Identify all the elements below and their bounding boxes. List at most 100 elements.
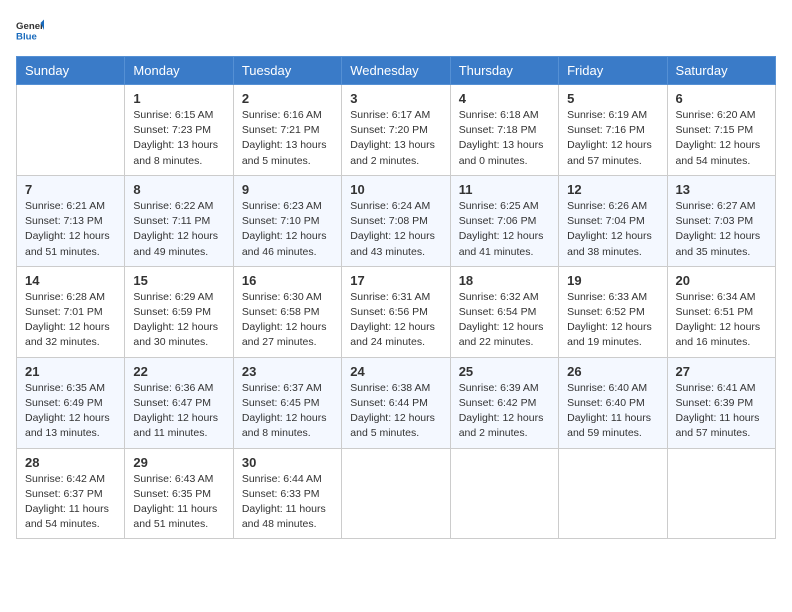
cell-info: Sunrise: 6:24 AMSunset: 7:08 PMDaylight:… [350, 199, 441, 260]
calendar-cell: 2 Sunrise: 6:16 AMSunset: 7:21 PMDaylight… [233, 85, 341, 176]
cell-info: Sunrise: 6:21 AMSunset: 7:13 PMDaylight:… [25, 199, 116, 260]
date-number: 22 [133, 364, 224, 379]
calendar-cell: 20 Sunrise: 6:34 AMSunset: 6:51 PMDayligh… [667, 266, 775, 357]
cell-info: Sunrise: 6:34 AMSunset: 6:51 PMDaylight:… [676, 290, 767, 351]
calendar-cell: 22 Sunrise: 6:36 AMSunset: 6:47 PMDayligh… [125, 357, 233, 448]
calendar-cell: 23 Sunrise: 6:37 AMSunset: 6:45 PMDayligh… [233, 357, 341, 448]
cell-info: Sunrise: 6:31 AMSunset: 6:56 PMDaylight:… [350, 290, 441, 351]
cell-info: Sunrise: 6:16 AMSunset: 7:21 PMDaylight:… [242, 108, 333, 169]
cell-info: Sunrise: 6:30 AMSunset: 6:58 PMDaylight:… [242, 290, 333, 351]
date-number: 1 [133, 91, 224, 106]
calendar-cell: 4 Sunrise: 6:18 AMSunset: 7:18 PMDaylight… [450, 85, 558, 176]
cell-info: Sunrise: 6:23 AMSunset: 7:10 PMDaylight:… [242, 199, 333, 260]
date-number: 24 [350, 364, 441, 379]
date-number: 18 [459, 273, 550, 288]
calendar-cell: 10 Sunrise: 6:24 AMSunset: 7:08 PMDayligh… [342, 175, 450, 266]
date-number: 23 [242, 364, 333, 379]
cell-info: Sunrise: 6:32 AMSunset: 6:54 PMDaylight:… [459, 290, 550, 351]
page-header: General Blue [16, 16, 776, 44]
date-number: 9 [242, 182, 333, 197]
svg-text:General: General [16, 21, 44, 32]
week-row-3: 14 Sunrise: 6:28 AMSunset: 7:01 PMDayligh… [17, 266, 776, 357]
week-row-2: 7 Sunrise: 6:21 AMSunset: 7:13 PMDaylight… [17, 175, 776, 266]
calendar-cell [667, 448, 775, 539]
date-number: 14 [25, 273, 116, 288]
calendar-cell: 24 Sunrise: 6:38 AMSunset: 6:44 PMDayligh… [342, 357, 450, 448]
date-number: 8 [133, 182, 224, 197]
date-number: 19 [567, 273, 658, 288]
date-number: 20 [676, 273, 767, 288]
cell-info: Sunrise: 6:36 AMSunset: 6:47 PMDaylight:… [133, 381, 224, 442]
calendar-cell: 29Sunrise: 6:43 AMSunset: 6:35 PMDayligh… [125, 448, 233, 539]
cell-info: Sunrise: 6:19 AMSunset: 7:16 PMDaylight:… [567, 108, 658, 169]
calendar-cell: 6 Sunrise: 6:20 AMSunset: 7:15 PMDaylight… [667, 85, 775, 176]
header-day-wednesday: Wednesday [342, 57, 450, 85]
calendar-cell: 26 Sunrise: 6:40 AMSunset: 6:40 PMDayligh… [559, 357, 667, 448]
logo-icon: General Blue [16, 16, 44, 44]
cell-info: Sunrise: 6:20 AMSunset: 7:15 PMDaylight:… [676, 108, 767, 169]
date-number: 26 [567, 364, 658, 379]
cell-info: Sunrise: 6:22 AMSunset: 7:11 PMDaylight:… [133, 199, 224, 260]
cell-info: Sunrise: 6:37 AMSunset: 6:45 PMDaylight:… [242, 381, 333, 442]
cell-info: Sunrise: 6:28 AMSunset: 7:01 PMDaylight:… [25, 290, 116, 351]
week-row-4: 21Sunrise: 6:35 AMSunset: 6:49 PMDayligh… [17, 357, 776, 448]
header-day-monday: Monday [125, 57, 233, 85]
calendar-cell: 17 Sunrise: 6:31 AMSunset: 6:56 PMDayligh… [342, 266, 450, 357]
date-number: 13 [676, 182, 767, 197]
calendar-cell [559, 448, 667, 539]
date-number: 29 [133, 455, 224, 470]
date-number: 21 [25, 364, 116, 379]
cell-info: Sunrise: 6:15 AMSunset: 7:23 PMDaylight:… [133, 108, 224, 169]
calendar-table: SundayMondayTuesdayWednesdayThursdayFrid… [16, 56, 776, 539]
cell-info: Sunrise: 6:25 AMSunset: 7:06 PMDaylight:… [459, 199, 550, 260]
cell-info: Sunrise: 6:42 AMSunset: 6:37 PMDaylight:… [25, 472, 116, 533]
date-number: 17 [350, 273, 441, 288]
calendar-cell: 28 Sunrise: 6:42 AMSunset: 6:37 PMDayligh… [17, 448, 125, 539]
calendar-cell: 14 Sunrise: 6:28 AMSunset: 7:01 PMDayligh… [17, 266, 125, 357]
date-number: 5 [567, 91, 658, 106]
cell-info: Sunrise: 6:40 AMSunset: 6:40 PMDaylight:… [567, 381, 658, 442]
header-day-friday: Friday [559, 57, 667, 85]
date-number: 2 [242, 91, 333, 106]
cell-info: Sunrise: 6:27 AMSunset: 7:03 PMDaylight:… [676, 199, 767, 260]
calendar-cell: 12Sunrise: 6:26 AMSunset: 7:04 PMDayligh… [559, 175, 667, 266]
cell-info: Sunrise: 6:44 AMSunset: 6:33 PMDaylight:… [242, 472, 333, 533]
header-row: SundayMondayTuesdayWednesdayThursdayFrid… [17, 57, 776, 85]
header-day-thursday: Thursday [450, 57, 558, 85]
calendar-cell [17, 85, 125, 176]
date-number: 28 [25, 455, 116, 470]
calendar-cell [342, 448, 450, 539]
week-row-5: 28 Sunrise: 6:42 AMSunset: 6:37 PMDayligh… [17, 448, 776, 539]
date-number: 7 [25, 182, 116, 197]
calendar-cell: 27Sunrise: 6:41 AMSunset: 6:39 PMDayligh… [667, 357, 775, 448]
calendar-cell: 9 Sunrise: 6:23 AMSunset: 7:10 PMDaylight… [233, 175, 341, 266]
date-number: 4 [459, 91, 550, 106]
cell-info: Sunrise: 6:39 AMSunset: 6:42 PMDaylight:… [459, 381, 550, 442]
calendar-cell: 19Sunrise: 6:33 AMSunset: 6:52 PMDayligh… [559, 266, 667, 357]
calendar-cell: 11 Sunrise: 6:25 AMSunset: 7:06 PMDayligh… [450, 175, 558, 266]
header-day-tuesday: Tuesday [233, 57, 341, 85]
date-number: 12 [567, 182, 658, 197]
cell-info: Sunrise: 6:38 AMSunset: 6:44 PMDaylight:… [350, 381, 441, 442]
cell-info: Sunrise: 6:18 AMSunset: 7:18 PMDaylight:… [459, 108, 550, 169]
calendar-cell [450, 448, 558, 539]
date-number: 25 [459, 364, 550, 379]
header-day-saturday: Saturday [667, 57, 775, 85]
calendar-cell: 8 Sunrise: 6:22 AMSunset: 7:11 PMDaylight… [125, 175, 233, 266]
date-number: 10 [350, 182, 441, 197]
calendar-cell: 18 Sunrise: 6:32 AMSunset: 6:54 PMDayligh… [450, 266, 558, 357]
date-number: 30 [242, 455, 333, 470]
cell-info: Sunrise: 6:29 AMSunset: 6:59 PMDaylight:… [133, 290, 224, 351]
calendar-cell: 5 Sunrise: 6:19 AMSunset: 7:16 PMDaylight… [559, 85, 667, 176]
week-row-1: 1 Sunrise: 6:15 AMSunset: 7:23 PMDaylight… [17, 85, 776, 176]
calendar-cell: 1 Sunrise: 6:15 AMSunset: 7:23 PMDaylight… [125, 85, 233, 176]
date-number: 16 [242, 273, 333, 288]
calendar-cell: 15Sunrise: 6:29 AMSunset: 6:59 PMDayligh… [125, 266, 233, 357]
cell-info: Sunrise: 6:17 AMSunset: 7:20 PMDaylight:… [350, 108, 441, 169]
logo: General Blue [16, 16, 44, 44]
svg-text:Blue: Blue [16, 32, 37, 43]
date-number: 11 [459, 182, 550, 197]
date-number: 3 [350, 91, 441, 106]
date-number: 6 [676, 91, 767, 106]
calendar-cell: 30 Sunrise: 6:44 AMSunset: 6:33 PMDayligh… [233, 448, 341, 539]
